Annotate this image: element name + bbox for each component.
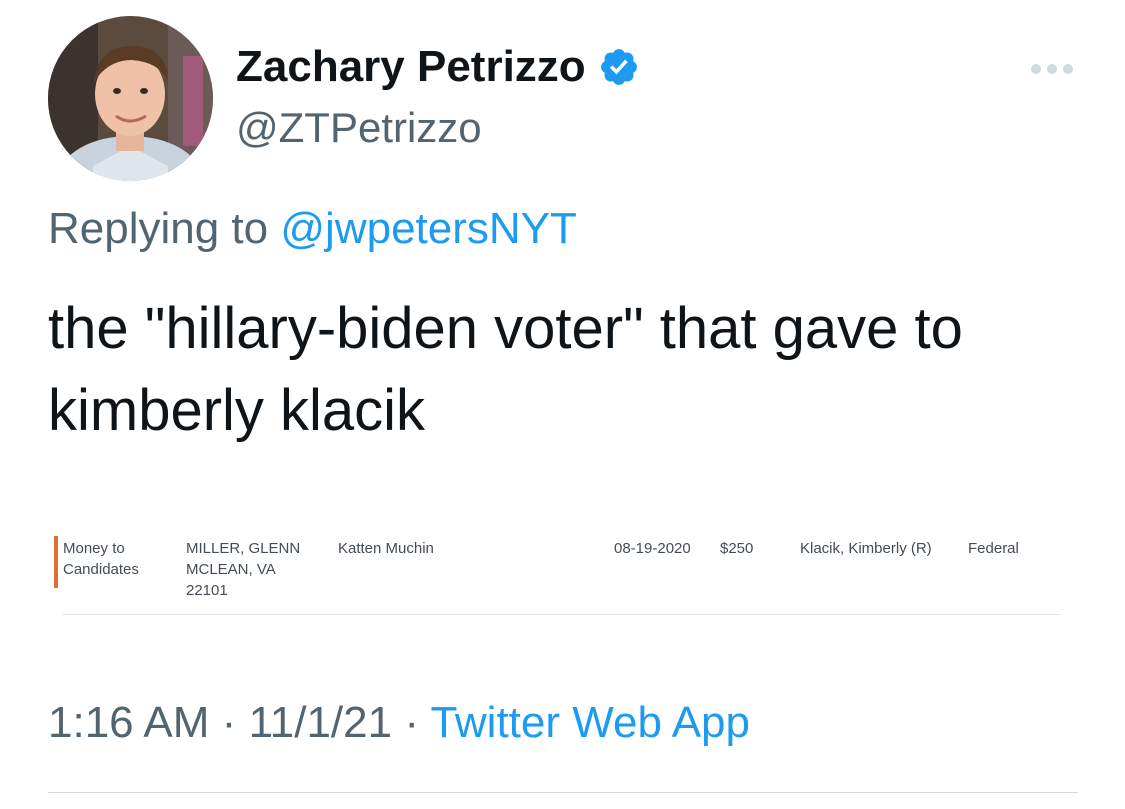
record-accent-bar <box>54 536 58 588</box>
tweet-detail: Zachary Petrizzo @ZTPetrizzo Replying to… <box>0 0 1125 809</box>
author-display-name[interactable]: Zachary Petrizzo <box>236 42 640 92</box>
meta-separator: · <box>404 698 419 747</box>
divider <box>48 792 1078 793</box>
display-name-text: Zachary Petrizzo <box>236 42 586 91</box>
replying-to: Replying to @jwpetersNYT <box>48 204 577 254</box>
record-donor-zip: 22101 <box>186 582 228 599</box>
record-divider <box>63 614 1061 615</box>
tweet-date[interactable]: 11/1/21 <box>249 698 393 747</box>
meta-separator: · <box>221 698 237 747</box>
more-options-icon[interactable] <box>1030 60 1074 78</box>
record-donor-city: MCLEAN, VA <box>186 561 276 578</box>
replying-to-handle-link[interactable]: @jwpetersNYT <box>280 204 577 253</box>
tweet-meta: 1:16 AM · 11/1/21 · Twitter Web App <box>48 698 750 748</box>
record-type-line1: Money to <box>63 540 125 557</box>
record-date: 08-19-2020 <box>614 540 691 557</box>
record-employer: Katten Muchin <box>338 540 434 557</box>
verified-badge-icon <box>598 46 640 88</box>
record-donor-name: MILLER, GLENN <box>186 540 301 557</box>
record-recipient: Klacik, Kimberly (R) <box>800 540 932 557</box>
author-handle[interactable]: @ZTPetrizzo <box>236 104 482 152</box>
tweet-source-link[interactable]: Twitter Web App <box>430 698 750 747</box>
avatar[interactable] <box>48 16 213 181</box>
avatar-photo-icon <box>48 16 213 181</box>
replying-to-label: Replying to <box>48 204 269 253</box>
contribution-record-image[interactable]: Money to Candidates MILLER, GLENN MCLEAN… <box>48 530 1078 626</box>
tweet-time[interactable]: 1:16 AM <box>48 698 209 747</box>
record-type-line2: Candidates <box>63 561 139 578</box>
record-type: Money to Candidates <box>63 538 163 580</box>
record-level: Federal <box>968 540 1019 557</box>
record-donor: MILLER, GLENN MCLEAN, VA 22101 <box>186 538 326 601</box>
tweet-text: the "hillary-biden voter" that gave to k… <box>48 296 963 443</box>
record-amount: $250 <box>720 540 754 557</box>
